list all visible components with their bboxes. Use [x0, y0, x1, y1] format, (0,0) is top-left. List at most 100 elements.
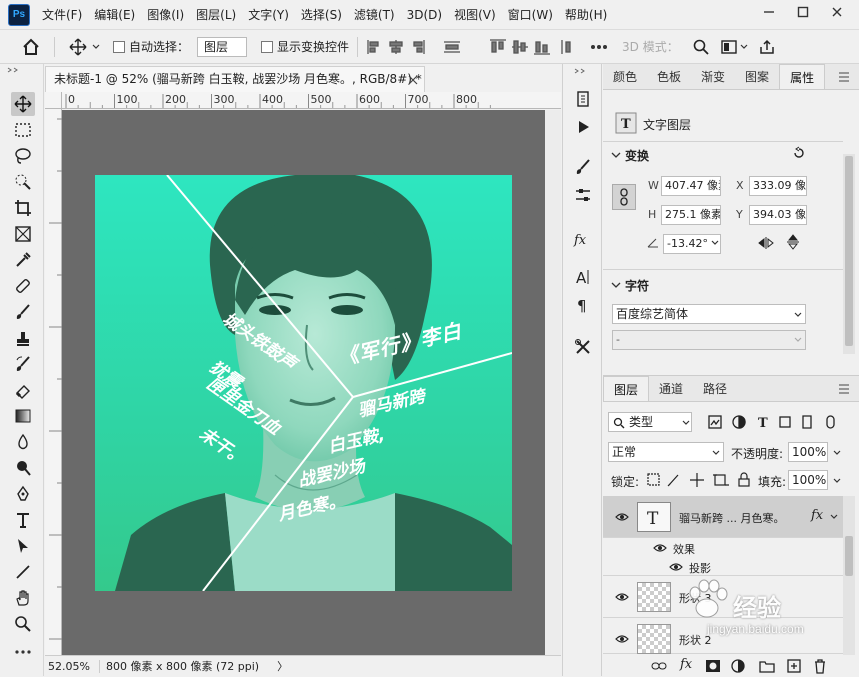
blur-tool[interactable]	[11, 430, 35, 454]
paragraph-panel-button[interactable]: ¶	[571, 294, 595, 316]
checkbox-box[interactable]	[113, 40, 125, 53]
collapse-arrows-icon[interactable]	[573, 68, 595, 74]
menu-help[interactable]: 帮助(H)	[559, 0, 613, 30]
chevron-down-icon[interactable]	[711, 448, 721, 458]
actions-panel-button[interactable]	[571, 116, 595, 138]
chevron-down-icon[interactable]	[832, 476, 842, 486]
layer-filter-icons[interactable]: T	[707, 414, 839, 430]
close-button[interactable]	[823, 4, 851, 26]
status-menu-arrow[interactable]: 〉	[277, 658, 288, 674]
layers-scroll-thumb[interactable]	[845, 536, 853, 576]
brush-settings-button[interactable]	[571, 156, 595, 178]
frame-tool[interactable]	[11, 222, 35, 246]
eraser-tool[interactable]	[11, 378, 35, 402]
stamp-tool[interactable]	[11, 326, 35, 350]
checkbox-box[interactable]	[261, 40, 274, 53]
gradient-tool[interactable]	[11, 404, 35, 428]
layer-effects-row[interactable]: 效果	[603, 538, 843, 558]
document-canvas[interactable]: 《军行》李白 骝马新跨 白玉鞍, 战罢沙场 月色寒。 城头铁鼓声 犹震, 匣里金…	[95, 175, 512, 591]
tab-gradients[interactable]: 渐变	[691, 64, 735, 89]
fx-badge[interactable]: fx	[811, 508, 823, 523]
close-tab-icon[interactable]	[408, 75, 418, 85]
pen-tool[interactable]	[11, 482, 35, 506]
new-group-icon[interactable]	[759, 659, 775, 673]
healing-tool[interactable]	[11, 274, 35, 298]
chevron-down-icon[interactable]	[832, 448, 842, 458]
move-tool[interactable]	[11, 92, 35, 116]
align-icons[interactable]	[362, 38, 582, 56]
height-field[interactable]: 275.1 像素	[661, 205, 721, 225]
lock-icons[interactable]	[647, 472, 757, 488]
hand-tool[interactable]	[11, 586, 35, 610]
properties-scroll-thumb[interactable]	[845, 156, 853, 346]
menu-layer[interactable]: 图层(L)	[190, 0, 242, 30]
eyedropper-tool[interactable]	[11, 248, 35, 272]
tab-paths[interactable]: 路径	[693, 376, 737, 401]
fill-field[interactable]: 100%	[788, 470, 828, 490]
layer-effect-drop-shadow-row[interactable]: 投影	[603, 558, 843, 576]
flip-horizontal-icon[interactable]	[758, 236, 774, 250]
opacity-field[interactable]: 100%	[788, 442, 828, 462]
crop-tool[interactable]	[11, 196, 35, 220]
move-tool-preset[interactable]	[69, 38, 101, 56]
brush-tool[interactable]	[11, 300, 35, 324]
chevron-down-icon[interactable]	[710, 238, 720, 248]
home-button[interactable]	[22, 38, 40, 56]
show-transform-checkbox[interactable]: 显示变换控件	[261, 38, 349, 55]
menu-image[interactable]: 图像(I)	[141, 0, 190, 30]
width-field[interactable]: 407.47 像素	[661, 176, 721, 196]
tab-color[interactable]: 颜色	[603, 64, 647, 89]
adjustment-layer-icon[interactable]	[731, 659, 745, 673]
zoom-level[interactable]: 52.05%	[45, 659, 100, 673]
chevron-down-icon[interactable]	[611, 280, 621, 290]
character-panel-button[interactable]: A	[571, 266, 595, 288]
history-panel-button[interactable]	[571, 88, 595, 110]
flip-vertical-icon[interactable]	[786, 234, 800, 250]
menu-view[interactable]: 视图(V)	[448, 0, 502, 30]
layer-name[interactable]: 骝马新跨 ... 月色寒。	[679, 510, 784, 526]
auto-select-target-dropdown[interactable]: 图层	[197, 36, 248, 57]
eye-icon[interactable]	[669, 560, 683, 574]
adjustments-button[interactable]	[571, 184, 595, 206]
link-dimensions-button[interactable]	[612, 184, 636, 210]
history-brush-tool[interactable]	[11, 352, 35, 376]
menu-type[interactable]: 文字(Y)	[242, 0, 295, 30]
line-tool[interactable]	[11, 560, 35, 584]
link-layers-icon[interactable]	[651, 659, 667, 673]
collapse-arrows-icon[interactable]	[6, 67, 38, 73]
chevron-down-icon[interactable]	[681, 418, 691, 428]
layer-row-text[interactable]: T 骝马新跨 ... 月色寒。 fx	[603, 496, 843, 538]
x-field[interactable]: 333.09 像素	[749, 176, 807, 196]
eye-icon[interactable]	[615, 510, 629, 524]
more-options-button[interactable]	[590, 44, 608, 50]
add-style-button[interactable]: fx	[680, 657, 692, 672]
share-button[interactable]	[759, 39, 775, 55]
tab-channels[interactable]: 通道	[649, 376, 693, 401]
panel-menu-icon[interactable]	[837, 64, 851, 90]
auto-select-checkbox[interactable]: 自动选择：	[113, 38, 189, 55]
chevron-down-icon[interactable]	[829, 512, 839, 522]
vertical-scrollbar[interactable]	[545, 110, 561, 655]
tab-properties[interactable]: 属性	[779, 64, 826, 89]
eye-icon[interactable]	[653, 541, 667, 555]
tab-patterns[interactable]: 图案	[735, 64, 779, 89]
y-field[interactable]: 394.03 像素	[749, 205, 807, 225]
menu-file[interactable]: 文件(F)	[36, 0, 88, 30]
quick-select-tool[interactable]	[11, 170, 35, 194]
menu-edit[interactable]: 编辑(E)	[88, 0, 141, 30]
marquee-tool[interactable]	[11, 118, 35, 142]
menu-filter[interactable]: 滤镜(T)	[348, 0, 401, 30]
maximize-button[interactable]	[789, 4, 817, 26]
font-style-dropdown[interactable]: -	[612, 330, 806, 350]
eye-icon[interactable]	[615, 590, 629, 604]
delete-layer-icon[interactable]	[813, 658, 827, 674]
search-button[interactable]	[693, 39, 709, 55]
path-select-tool[interactable]	[11, 534, 35, 558]
auto-select-target-value[interactable]: 图层	[197, 36, 248, 57]
menu-select[interactable]: 选择(S)	[295, 0, 348, 30]
document-tab[interactable]: 未标题-1 @ 52% (骝马新跨 白玉鞍, 战罢沙场 月色寒。, RGB/8#…	[45, 66, 425, 92]
blend-mode-dropdown[interactable]: 正常	[608, 442, 724, 462]
tool-presets-button[interactable]	[571, 336, 595, 358]
new-layer-icon[interactable]	[787, 659, 801, 673]
lasso-tool[interactable]	[11, 144, 35, 168]
